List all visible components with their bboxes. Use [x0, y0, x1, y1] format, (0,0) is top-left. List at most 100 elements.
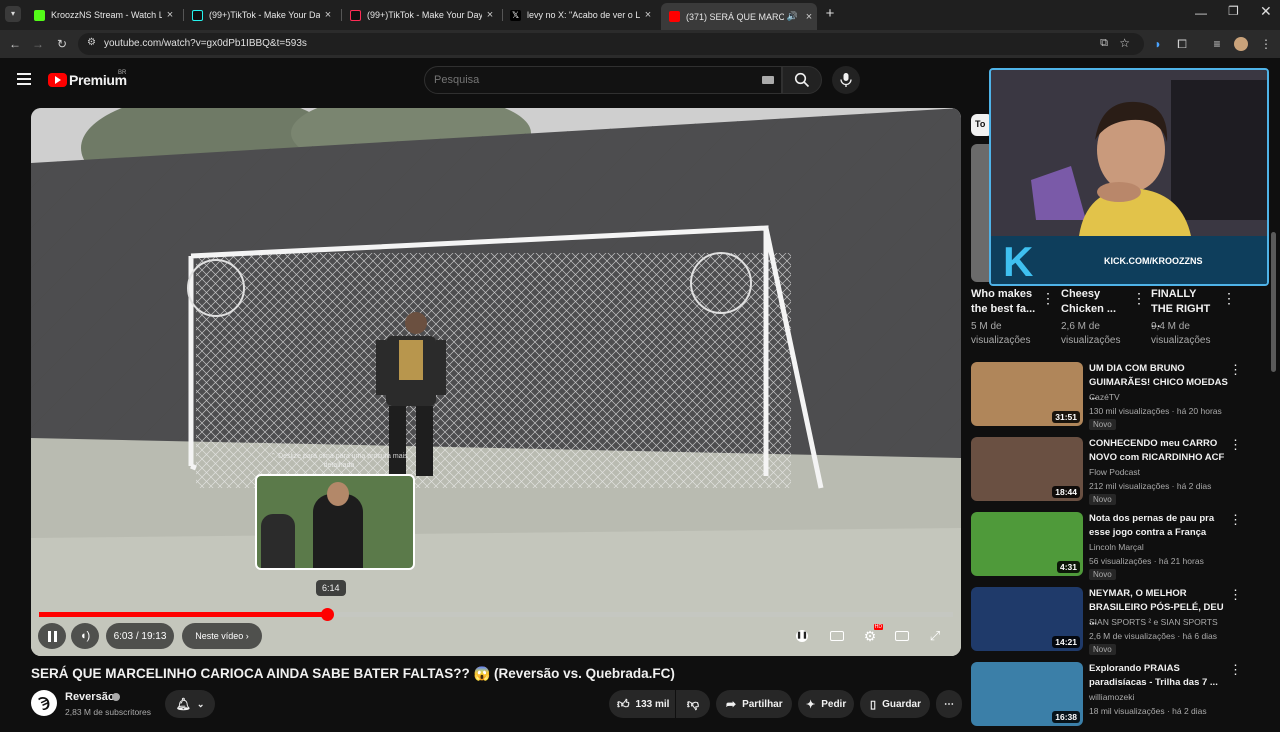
kick-channel-url: KICK.COM/KROOZZNS [1104, 256, 1203, 266]
youtube-logo-icon[interactable] [48, 73, 67, 87]
ask-button[interactable]: ✦ Pedir [798, 690, 854, 718]
more-vertical-icon[interactable]: ⋮ [1222, 291, 1236, 305]
site-info-icon[interactable]: ⚙ [87, 37, 96, 48]
video-thumbnail[interactable]: 14:21 [971, 587, 1083, 651]
profile-avatar[interactable] [1231, 34, 1251, 54]
voice-search-button[interactable] [832, 66, 860, 94]
channel-name[interactable]: Flow Podcast [1089, 467, 1140, 477]
pause-button[interactable] [38, 623, 66, 649]
list-item[interactable]: 16:38 Explorando PRAIAS paradisíacas - Tr… [971, 662, 1271, 732]
kick-favicon-icon [34, 9, 45, 21]
close-icon[interactable]: × [162, 9, 178, 21]
search-input[interactable] [434, 72, 734, 88]
new-badge: Novo [1089, 644, 1116, 655]
browser-tab[interactable]: (99+)TikTok - Make Your Day × [184, 4, 336, 26]
like-button[interactable]: 👍︎ 133 mil [609, 690, 675, 718]
close-icon[interactable]: × [482, 9, 498, 21]
video-title[interactable]: Nota dos pernas de pau pra esse jogo con… [1089, 512, 1229, 540]
close-icon[interactable]: × [320, 9, 336, 21]
save-button[interactable]: ▯ Guardar [860, 690, 930, 718]
more-vertical-icon[interactable]: ⋮ [1229, 512, 1242, 528]
menu-icon[interactable] [17, 72, 31, 86]
list-item[interactable]: 31:51 UM DIA COM BRUNO GUIMARÃES! CHICO M… [971, 362, 1271, 432]
video-thumbnail[interactable]: 18:44 [971, 437, 1083, 501]
search-box[interactable] [424, 66, 782, 94]
more-actions-button[interactable]: ⋯ [936, 690, 962, 718]
speaker-icon[interactable]: 🔊 [787, 11, 798, 22]
bookmark-star-icon[interactable]: ☆ [1119, 36, 1130, 50]
channel-avatar[interactable]: Ϡ [31, 690, 57, 716]
extensions-puzzle-icon[interactable]: ⧠ [1172, 34, 1192, 54]
channel-name[interactable]: SIAN SPORTS ² e SIAN SPORTS [1089, 617, 1218, 627]
browser-tab-strip: ▾ KroozzNS Stream - Watch Live × (99+)Ti… [0, 0, 1280, 30]
more-vertical-icon[interactable]: ⋮ [1229, 437, 1242, 453]
browser-menu-icon[interactable]: ⋮ [1256, 34, 1276, 54]
sparkle-icon: ✦ [806, 698, 816, 711]
reading-list-icon[interactable]: ≡ [1207, 34, 1227, 54]
video-thumbnail[interactable]: 4:31 [971, 512, 1083, 576]
video-stats: 2,6 M de visualizações · há 6 dias [1089, 631, 1218, 641]
quality-badge: HD [873, 624, 883, 630]
video-player[interactable]: ⌃ Deslize para cima para uma procura mai… [31, 108, 961, 656]
new-tab-button[interactable]: + [821, 5, 839, 23]
extension-icon[interactable]: ◗ [1148, 34, 1168, 54]
more-vertical-icon[interactable]: ⋮ [1041, 291, 1055, 305]
channel-name[interactable]: Lincoln Marçal [1089, 542, 1144, 552]
address-bar[interactable]: ⚙ youtube.com/watch?v=gx0dPb1IBBQ&t=593s… [78, 33, 1144, 55]
search-icon [794, 72, 810, 88]
progress-bar[interactable] [39, 608, 953, 621]
notification-bell-button[interactable]: 🔔︎ ⌄ [165, 690, 215, 718]
install-app-icon[interactable]: ⧉ [1100, 37, 1108, 50]
miniplayer-button[interactable] [891, 625, 913, 647]
subtitles-button[interactable] [826, 625, 848, 647]
scrollbar-thumb[interactable] [1271, 232, 1276, 372]
video-title[interactable]: CONHECENDO meu CARRO NOVO com RICARDINHO… [1089, 437, 1229, 465]
page-scrollbar[interactable] [1271, 62, 1278, 720]
volume-button[interactable]: ◖) [71, 623, 99, 649]
browser-tab-active[interactable]: (371) SERÁ QUE MARCELIN 🔊 × [661, 3, 817, 30]
fullscreen-button[interactable]: ⤢ [924, 625, 946, 647]
share-button[interactable]: ➦ Partilhar [716, 690, 792, 718]
settings-button[interactable]: ⚙ HD [859, 624, 883, 647]
list-item[interactable]: 4:31 Nota dos pernas de pau pra esse jogo… [971, 512, 1271, 582]
chapter-button[interactable]: Neste vídeo › [182, 623, 262, 649]
close-icon[interactable]: × [640, 9, 656, 21]
browser-tab[interactable]: (99+)TikTok - Make Your Day × [342, 4, 498, 26]
video-title[interactable]: Explorando PRAIAS paradisíacas - Trilha … [1089, 662, 1229, 690]
close-window-button[interactable]: ✕ [1260, 3, 1272, 20]
short-thumbnail[interactable] [971, 144, 991, 282]
forward-icon[interactable]: → [28, 34, 48, 54]
tab-title: KroozzNS Stream - Watch Live [51, 10, 162, 20]
video-thumbnail[interactable]: 16:38 [971, 662, 1083, 726]
dislike-button[interactable]: 👎︎ [676, 690, 710, 718]
short-title[interactable]: Who makes the best fa... [971, 287, 1039, 317]
autoplay-toggle[interactable]: ❚❚ [791, 625, 813, 647]
browser-tab[interactable]: 𝕏 levy no X: "Acabo de ver o Léo × [502, 4, 656, 26]
more-vertical-icon[interactable]: ⋮ [1229, 662, 1242, 678]
more-vertical-icon[interactable]: ⋮ [1229, 362, 1242, 378]
more-vertical-icon[interactable]: ⋮ [1229, 587, 1242, 603]
tab-search-icon[interactable]: ▾ [5, 6, 21, 22]
duration-badge: 14:21 [1052, 636, 1080, 648]
back-icon[interactable]: ← [5, 34, 25, 54]
more-vertical-icon[interactable]: ⋮ [1132, 291, 1146, 305]
pause-icon [47, 630, 57, 642]
channel-name[interactable]: Reversão [65, 691, 115, 703]
progress-played [39, 612, 327, 617]
list-item[interactable]: 14:21 NEYMAR, O MELHOR BRASILEIRO PÓS-PEL… [971, 587, 1271, 657]
list-item[interactable]: 18:44 CONHECENDO meu CARRO NOVO com RICAR… [971, 437, 1271, 507]
minimize-button[interactable]: — [1195, 6, 1207, 20]
keyboard-icon[interactable] [762, 76, 774, 84]
search-button[interactable] [782, 66, 822, 94]
channel-name[interactable]: CazéTV [1089, 392, 1120, 402]
reload-icon[interactable]: ↻ [52, 34, 72, 54]
channel-name[interactable]: williamozeki [1089, 692, 1134, 702]
short-title[interactable]: Cheesy Chicken ... [1061, 287, 1131, 317]
video-thumbnail[interactable]: 31:51 [971, 362, 1083, 426]
browser-tab[interactable]: KroozzNS Stream - Watch Live × [26, 4, 178, 26]
save-label: Guardar [882, 698, 921, 710]
more-horizontal-icon: ⋯ [944, 698, 954, 710]
progress-scrubber[interactable] [320, 608, 334, 621]
close-icon[interactable]: × [801, 11, 817, 23]
restore-button[interactable]: ❐ [1228, 4, 1239, 18]
